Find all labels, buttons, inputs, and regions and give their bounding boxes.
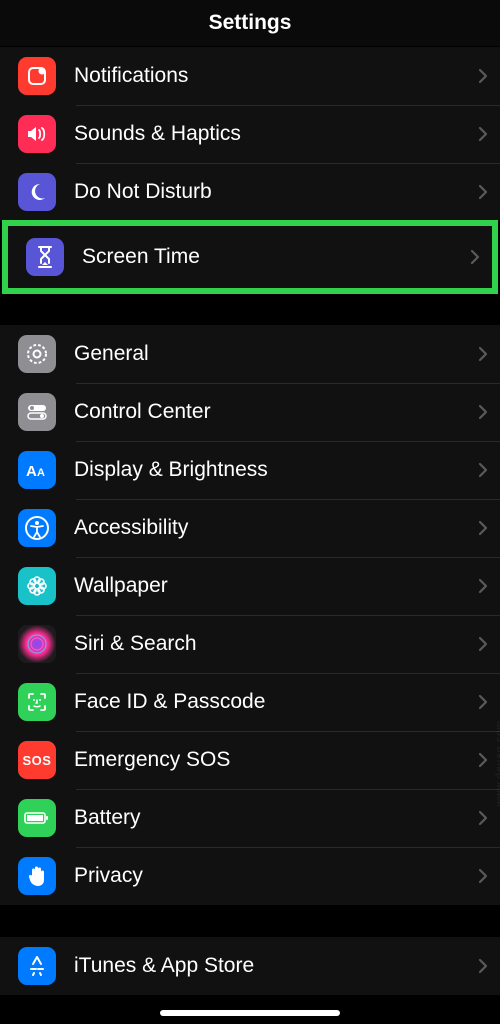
moon-icon [18, 173, 56, 211]
highlight-screen-time: Screen Time [2, 220, 498, 294]
row-privacy[interactable]: Privacy [0, 847, 500, 905]
row-sos[interactable]: SOS Emergency SOS [0, 731, 500, 789]
switches-icon [18, 393, 56, 431]
chevron-right-icon [478, 404, 488, 420]
home-indicator[interactable] [160, 1010, 340, 1016]
chevron-right-icon [478, 694, 488, 710]
settings-group-3: iTunes & App Store [0, 936, 500, 996]
svg-text:A: A [37, 467, 45, 479]
chevron-right-icon [478, 520, 488, 536]
settings-group-2: General Control Center AA Display & Brig… [0, 324, 500, 906]
row-sounds[interactable]: Sounds & Haptics [0, 105, 500, 163]
flower-icon [18, 567, 56, 605]
row-label: Face ID & Passcode [74, 690, 478, 714]
row-label: iTunes & App Store [74, 954, 478, 978]
row-siri[interactable]: Siri & Search [0, 615, 500, 673]
chevron-right-icon [470, 249, 480, 265]
chevron-right-icon [478, 810, 488, 826]
row-display[interactable]: AA Display & Brightness [0, 441, 500, 499]
watermark: www.deuaq.com [494, 720, 500, 806]
chevron-right-icon [478, 126, 488, 142]
settings-group-1: Notifications Sounds & Haptics Do Not Di… [0, 46, 500, 222]
row-label: Notifications [74, 64, 478, 88]
chevron-right-icon [478, 346, 488, 362]
row-label: Accessibility [74, 516, 478, 540]
row-accessibility[interactable]: Accessibility [0, 499, 500, 557]
row-label: Do Not Disturb [74, 180, 478, 204]
row-label: Emergency SOS [74, 748, 478, 772]
chevron-right-icon [478, 636, 488, 652]
chevron-right-icon [478, 868, 488, 884]
hand-icon [18, 857, 56, 895]
row-label: Wallpaper [74, 574, 478, 598]
header: Settings [0, 0, 500, 46]
row-control-center[interactable]: Control Center [0, 383, 500, 441]
row-label: Privacy [74, 864, 478, 888]
row-label: Control Center [74, 400, 478, 424]
faceid-icon [18, 683, 56, 721]
row-screen-time[interactable]: Screen Time [8, 226, 492, 288]
chevron-right-icon [478, 752, 488, 768]
chevron-right-icon [478, 184, 488, 200]
row-label: Display & Brightness [74, 458, 478, 482]
hourglass-icon [26, 238, 64, 276]
row-notifications[interactable]: Notifications [0, 47, 500, 105]
page-title: Settings [209, 11, 292, 35]
row-general[interactable]: General [0, 325, 500, 383]
svg-text:A: A [26, 463, 37, 480]
row-itunes[interactable]: iTunes & App Store [0, 937, 500, 995]
siri-icon [18, 625, 56, 663]
chevron-right-icon [478, 68, 488, 84]
battery-icon [18, 799, 56, 837]
group-gap [0, 294, 500, 324]
sos-icon: SOS [18, 741, 56, 779]
row-dnd[interactable]: Do Not Disturb [0, 163, 500, 221]
row-wallpaper[interactable]: Wallpaper [0, 557, 500, 615]
row-label: General [74, 342, 478, 366]
gear-icon [18, 335, 56, 373]
group-gap [0, 906, 500, 936]
row-battery[interactable]: Battery [0, 789, 500, 847]
row-label: Battery [74, 806, 478, 830]
chevron-right-icon [478, 958, 488, 974]
appstore-icon [18, 947, 56, 985]
row-label: Screen Time [82, 245, 470, 269]
row-faceid[interactable]: Face ID & Passcode [0, 673, 500, 731]
accessibility-icon [18, 509, 56, 547]
sounds-icon [18, 115, 56, 153]
notifications-icon [18, 57, 56, 95]
chevron-right-icon [478, 578, 488, 594]
row-label: Siri & Search [74, 632, 478, 656]
textsize-icon: AA [18, 451, 56, 489]
chevron-right-icon [478, 462, 488, 478]
row-label: Sounds & Haptics [74, 122, 478, 146]
